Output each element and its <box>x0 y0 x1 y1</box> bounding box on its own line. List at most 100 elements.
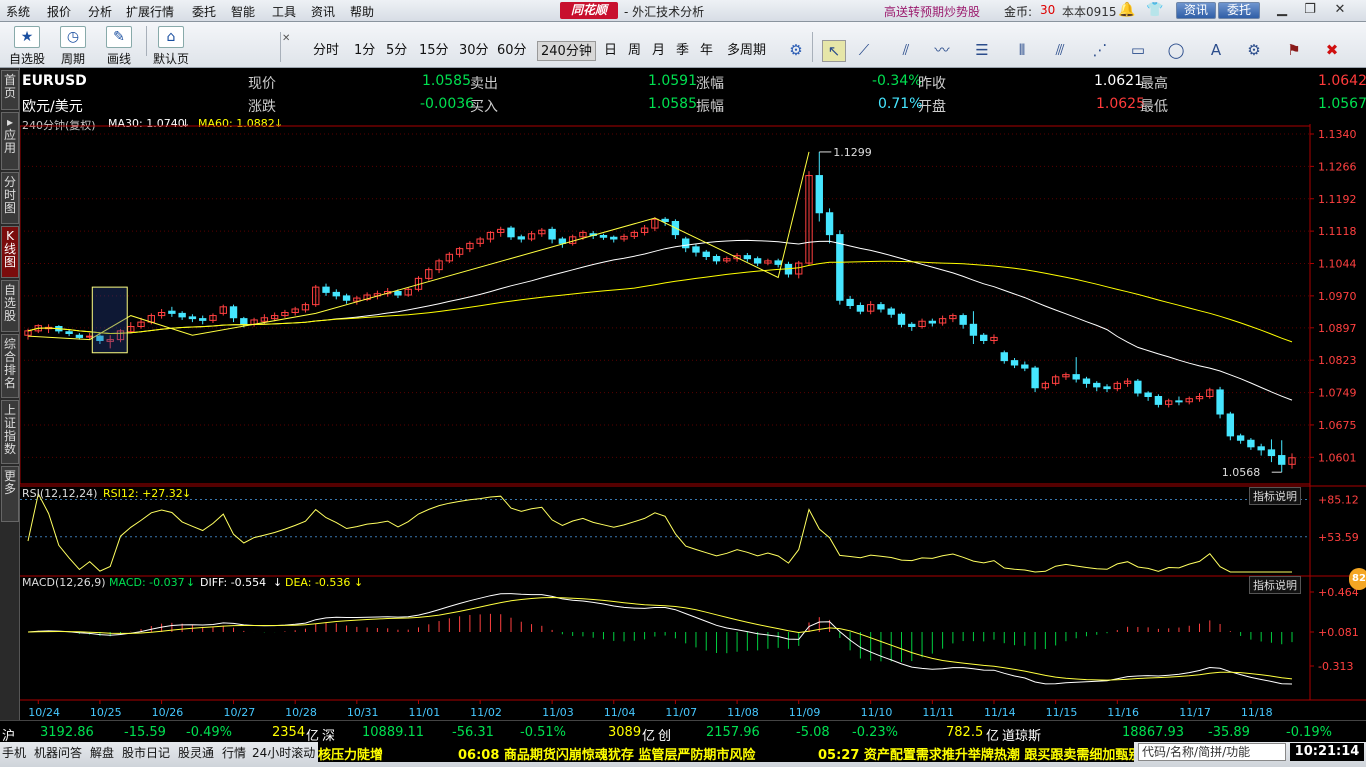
cycle-line-icon[interactable]: ⦀ <box>1010 40 1034 60</box>
date-label: 11/10 <box>861 706 893 719</box>
period-60m[interactable]: 60分 <box>494 41 530 61</box>
ticker-item[interactable]: 核压力陡增 <box>318 744 383 762</box>
ticker-item[interactable]: 06:08 商品期货闪崩惊魂犹存 监管层严防期市风险 <box>458 744 755 762</box>
version-label: 本本0915 <box>1062 5 1117 19</box>
app-title: - 外汇技术分析 <box>624 5 705 19</box>
wave-tool-icon[interactable]: 〰 <box>930 40 954 60</box>
status-qa[interactable]: 机器问答 <box>34 744 82 761</box>
tab-timeshare[interactable]: 分时图 <box>1 172 19 224</box>
tab-home[interactable]: 首页 <box>1 70 19 110</box>
rectangle-icon[interactable]: ▭ <box>1126 40 1150 60</box>
index-cy-value: 2157.96 <box>706 725 760 740</box>
tab-kline[interactable]: K线图 <box>1 226 19 278</box>
zigzag-line <box>27 151 810 341</box>
kline-chart[interactable]: 1.1299 1.0568 1.1340 1.1266 1.1192 1.1118 1.1… <box>20 124 1366 720</box>
tab-more[interactable]: 更多 <box>1 466 19 522</box>
gear-icon[interactable]: ⚙ <box>784 40 808 60</box>
news-button[interactable]: 资讯 <box>1176 2 1216 19</box>
candle-body <box>815 175 823 214</box>
period-fenshi[interactable]: 分时 <box>310 41 342 61</box>
period-5m[interactable]: 5分 <box>383 41 410 61</box>
menu-smart[interactable]: 智能 <box>231 3 255 20</box>
change-value: -0.0036 <box>420 96 475 112</box>
status-24h[interactable]: 24小时滚动 <box>252 744 315 761</box>
trade-button[interactable]: 委托 <box>1218 2 1260 19</box>
ellipse-icon[interactable]: ◯ <box>1164 40 1188 60</box>
default-page-label: 默认页 <box>152 52 189 66</box>
price-tick-label: 1.1044 <box>1318 258 1357 271</box>
tab-apps[interactable]: ▸ 应用 <box>1 112 19 170</box>
promo-link[interactable]: 高送转预期炒势股 <box>884 3 980 20</box>
status-analysis[interactable]: 解盘 <box>90 744 114 761</box>
period-month[interactable]: 月 <box>649 41 668 61</box>
price-tick-label: 1.0970 <box>1318 290 1357 303</box>
period-quarter[interactable]: 季 <box>673 41 692 61</box>
date-label: 10/25 <box>90 706 122 719</box>
period-30m[interactable]: 30分 <box>456 41 492 61</box>
rsi-help-button[interactable]: 指标说明 <box>1249 487 1301 505</box>
menu-analysis[interactable]: 分析 <box>88 3 112 20</box>
period-tool[interactable]: ◷ 周期 <box>52 26 94 67</box>
fibonacci-icon[interactable]: ☰ <box>970 40 994 60</box>
close-icon[interactable]: ✕ <box>1328 2 1352 19</box>
candle-body <box>1082 378 1091 384</box>
amp-value: 0.71% <box>878 96 923 112</box>
menu-tools[interactable]: 工具 <box>272 3 296 20</box>
menu-entrust[interactable]: 委托 <box>192 3 216 20</box>
menu-system[interactable]: 系统 <box>6 3 30 20</box>
macd-help-button[interactable]: 指标说明 <box>1249 576 1301 594</box>
price-tick-label: 1.0823 <box>1318 354 1357 367</box>
gann-fan-icon[interactable]: ⋰ <box>1088 40 1112 60</box>
bell-icon[interactable]: 🔔 <box>1118 2 1135 18</box>
rsi-label[interactable]: RSI(12,12,24) <box>22 487 97 500</box>
tab-watchlist[interactable]: 自选股 <box>1 280 19 332</box>
period-day[interactable]: 日 <box>601 41 620 61</box>
period-1m[interactable]: 1分 <box>351 41 378 61</box>
dea-value: DEA: -0.536 <box>285 576 351 589</box>
menu-quote[interactable]: 报价 <box>47 3 71 20</box>
favorites-tool[interactable]: ★ 自选股 <box>6 26 48 67</box>
status-mobile[interactable]: 手机 <box>2 744 26 761</box>
menu-extended[interactable]: 扩展行情 <box>126 3 174 20</box>
news-ticker[interactable]: 核压力陡增 06:08 商品期货闪崩惊魂犹存 监管层严防期市风险 05:27 资… <box>318 742 1134 762</box>
notification-bubble[interactable]: 82 <box>1349 568 1366 590</box>
period-multi[interactable]: 多周期 <box>724 41 769 61</box>
sell-price: 1.0591 <box>648 73 697 89</box>
bookmark-icon[interactable]: ⚑ <box>1282 40 1306 60</box>
change-label: 涨跌 <box>248 99 276 115</box>
tab-sh-index[interactable]: 上证指数 <box>1 400 19 464</box>
macd-label[interactable]: MACD(12,26,9) <box>22 576 106 589</box>
index-sz-change: -56.31 <box>452 725 494 740</box>
draw-tool[interactable]: ✎ 画线 <box>98 26 140 67</box>
code-search-input[interactable]: 代码/名称/简拼/功能 <box>1138 743 1286 761</box>
index-sz-pct: -0.51% <box>520 725 566 740</box>
pointer-icon[interactable]: ↖ <box>822 40 846 62</box>
menu-news[interactable]: 资讯 <box>311 3 335 20</box>
settings-icon[interactable]: ⚙ <box>1242 40 1266 60</box>
period-year[interactable]: 年 <box>697 41 716 61</box>
candle-body <box>322 286 330 293</box>
default-page-tool[interactable]: ⌂ 默认页 <box>150 26 192 67</box>
candle-body <box>774 260 782 265</box>
candle-body <box>1278 455 1286 465</box>
menu-help[interactable]: 帮助 <box>350 3 374 20</box>
period-15m[interactable]: 15分 <box>416 41 452 61</box>
line-tool-icon[interactable]: ⟋ <box>852 40 876 60</box>
status-lingtong[interactable]: 股灵通 <box>178 744 214 761</box>
channel-icon[interactable]: ⫻ <box>1048 40 1072 60</box>
candle-body <box>1226 413 1235 437</box>
parallel-line-icon[interactable]: ⫽ <box>894 40 918 60</box>
text-tool-icon[interactable]: A <box>1204 40 1228 60</box>
collapse-icon[interactable]: ✕ <box>282 33 290 44</box>
minimize-icon[interactable]: ▁ <box>1270 2 1294 19</box>
period-240m[interactable]: 240分钟 <box>537 41 596 61</box>
ticker-item[interactable]: 05:27 资产配置需求推升举牌热潮 跟买跟卖需细加甄别 <box>818 744 1134 762</box>
status-market[interactable]: 行情 <box>222 744 246 761</box>
candle-body <box>1010 360 1019 366</box>
restore-icon[interactable]: ❐ <box>1298 2 1322 19</box>
status-diary[interactable]: 股市日记 <box>122 744 170 761</box>
period-week[interactable]: 周 <box>625 41 644 61</box>
delete-icon[interactable]: ✖ <box>1320 40 1344 60</box>
shirt-icon[interactable]: 👕 <box>1146 2 1163 18</box>
tab-ranking[interactable]: 综合排名 <box>1 334 19 398</box>
